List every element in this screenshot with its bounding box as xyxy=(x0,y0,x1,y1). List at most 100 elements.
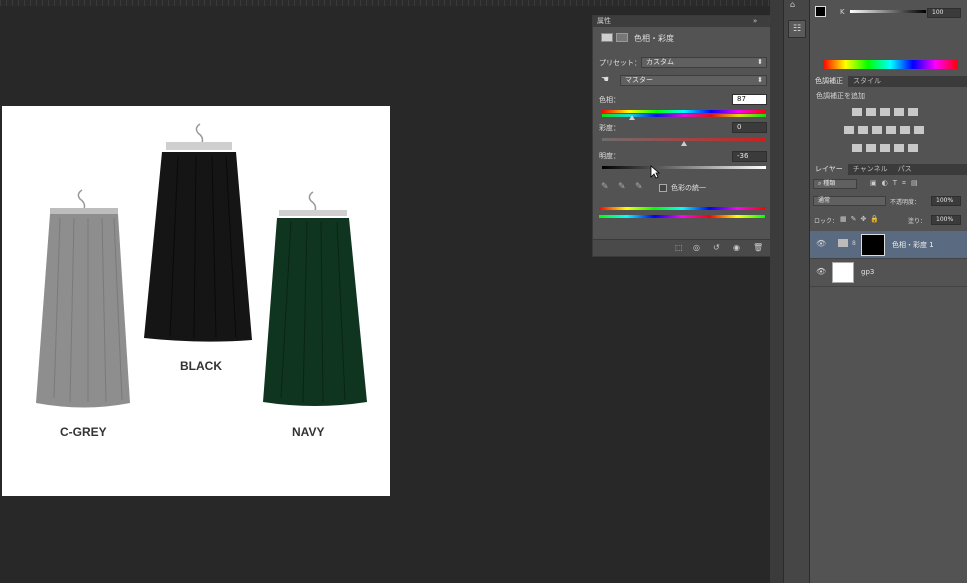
tab-layers[interactable]: レイヤー xyxy=(810,164,848,175)
adjustment-icons-row-1 xyxy=(850,108,920,119)
hue-result-track xyxy=(602,114,766,117)
curves-icon[interactable] xyxy=(880,108,890,116)
reset-icon[interactable]: ↺ xyxy=(713,243,720,252)
select-arrow-icon: ⬍ xyxy=(757,58,763,66)
right-panels: K 100 色調補正 スタイル 色調補正を追加 レイヤー チャンネル パス ⌕ 種類 … xyxy=(810,0,967,583)
lock-label: ロック： xyxy=(814,218,839,225)
layer-filter-select[interactable]: ⌕ 種類 xyxy=(813,179,857,189)
lock-icons[interactable]: ▦✎✥🔒 xyxy=(840,215,883,223)
top-ruler xyxy=(0,0,783,6)
add-adjustment-label: 色調補正を追加 xyxy=(816,92,865,100)
layer-mask-thumbnail[interactable] xyxy=(861,234,885,256)
hue-sat-icon[interactable] xyxy=(844,126,854,134)
adjustment-icons-row-2 xyxy=(842,126,926,137)
channel-mixer-icon[interactable] xyxy=(900,126,910,134)
colorize-label: 色彩の統一 xyxy=(671,184,706,192)
hand-tool-icon[interactable]: ☚ xyxy=(601,75,609,85)
channel-value: マスター xyxy=(625,76,653,84)
canvas-area[interactable]: C-GREY BLACK NAVY 属性 » ≡ 色相・彩度 プリセット： カス… xyxy=(0,0,783,583)
fill-input[interactable]: 100% xyxy=(931,215,961,225)
preset-label: プリセット： xyxy=(599,59,641,67)
black-label: BLACK xyxy=(180,359,222,373)
fill-label: 塗り： xyxy=(908,218,927,225)
mouse-cursor-icon xyxy=(650,165,660,179)
opacity-input[interactable]: 100% xyxy=(931,196,961,206)
kind-label: 種類 xyxy=(823,180,836,187)
layer-row[interactable]: 👁 gp3 xyxy=(810,259,967,287)
preset-value: カスタム xyxy=(646,58,674,66)
grey-skirt-image xyxy=(36,189,130,408)
vibrance-icon[interactable] xyxy=(908,108,918,116)
hue-input[interactable]: 87 xyxy=(732,94,767,105)
panel-collapse-icon[interactable]: » xyxy=(753,17,757,25)
tab-paths[interactable]: パス xyxy=(893,164,917,175)
adjustment-layer-icon xyxy=(838,239,848,247)
properties-footer: ⬚ ◎ ↺ ◉ 🗑 xyxy=(593,239,781,256)
channel-k-label: K xyxy=(840,8,845,16)
hue-result-bar xyxy=(599,215,765,218)
properties-panel[interactable]: 属性 » ≡ 色相・彩度 プリセット： カスタム⬍ ☚ マスター⬍ 色相： 87… xyxy=(592,15,782,257)
layers-tabbar: レイヤー チャンネル パス xyxy=(810,164,967,175)
levels-icon[interactable] xyxy=(866,108,876,116)
document-canvas[interactable]: C-GREY BLACK NAVY xyxy=(2,106,390,496)
navy-label: NAVY xyxy=(292,425,325,439)
color-spectrum[interactable] xyxy=(823,60,958,69)
eye-icon[interactable]: 👁 xyxy=(816,239,826,248)
bw-icon[interactable] xyxy=(872,126,882,134)
eyedropper-icon[interactable]: ✎ xyxy=(601,182,609,192)
layer-row[interactable]: 👁 8 色相・彩度 1 xyxy=(810,231,967,259)
layer-name[interactable]: gp3 xyxy=(861,268,874,276)
brightness-icon[interactable] xyxy=(852,108,862,116)
preset-select[interactable]: カスタム ⬍ xyxy=(641,57,767,68)
trash-icon[interactable]: 🗑 xyxy=(753,243,763,252)
k-slider[interactable] xyxy=(850,10,926,13)
lightness-label: 明度： xyxy=(599,152,620,160)
threshold-icon[interactable] xyxy=(880,144,890,152)
tab-styles[interactable]: スタイル xyxy=(848,76,886,87)
panel-icon-strip: ⌂ ☷ xyxy=(783,0,810,583)
view-previous-icon[interactable]: ◎ xyxy=(693,243,700,252)
eyedropper-plus-icon[interactable]: ✎ xyxy=(618,182,626,192)
lightness-track[interactable] xyxy=(602,166,766,169)
dock-strip xyxy=(770,0,783,583)
grey-label: C-GREY xyxy=(60,425,107,439)
tab-channels[interactable]: チャンネル xyxy=(848,164,893,175)
layer-thumbnail[interactable] xyxy=(832,262,854,283)
k-value-input[interactable]: 100 xyxy=(927,8,961,18)
hue-track[interactable] xyxy=(602,110,766,113)
color-lookup-icon[interactable] xyxy=(914,126,924,134)
tab-adjustments[interactable]: 色調補正 xyxy=(810,76,848,87)
gradient-map-icon[interactable] xyxy=(894,144,904,152)
link-icon[interactable]: 8 xyxy=(852,240,856,247)
adjustment-name: 色相・彩度 xyxy=(634,34,674,43)
posterize-icon[interactable] xyxy=(866,144,876,152)
color-balance-icon[interactable] xyxy=(858,126,868,134)
saturation-input[interactable]: 0 xyxy=(732,122,767,133)
lightness-input[interactable]: -36 xyxy=(732,151,767,162)
layer-filter-icons[interactable]: ▣◐T⌗▤ xyxy=(870,179,923,188)
properties-toggle-icon[interactable]: ☷ xyxy=(788,20,806,38)
adjustment-icon[interactable] xyxy=(601,33,613,42)
colorize-checkbox[interactable] xyxy=(659,184,667,192)
navy-skirt-image xyxy=(263,191,367,406)
foreground-color-swatch[interactable] xyxy=(815,6,826,17)
exposure-icon[interactable] xyxy=(894,108,904,116)
hue-range-bar xyxy=(599,207,765,210)
photo-filter-icon[interactable] xyxy=(886,126,896,134)
channel-select[interactable]: マスター ⬍ xyxy=(620,75,767,86)
selective-color-icon[interactable] xyxy=(908,144,918,152)
blend-mode-select[interactable]: 通常 xyxy=(813,196,886,206)
saturation-label: 彩度： xyxy=(599,124,620,132)
saturation-slider-thumb[interactable] xyxy=(681,141,687,146)
opacity-label: 不透明度： xyxy=(890,199,921,206)
invert-icon[interactable] xyxy=(852,144,862,152)
clip-to-layer-icon[interactable]: ⬚ xyxy=(675,243,683,252)
mask-icon[interactable] xyxy=(616,33,628,42)
black-skirt-image xyxy=(144,123,252,342)
hue-slider-thumb[interactable] xyxy=(628,115,635,120)
layer-name[interactable]: 色相・彩度 1 xyxy=(892,240,934,250)
eye-icon[interactable]: 👁 xyxy=(816,267,826,276)
visibility-icon[interactable]: ◉ xyxy=(733,243,740,252)
history-icon[interactable]: ⌂ xyxy=(790,0,804,10)
eyedropper-minus-icon[interactable]: ✎ xyxy=(635,182,643,192)
